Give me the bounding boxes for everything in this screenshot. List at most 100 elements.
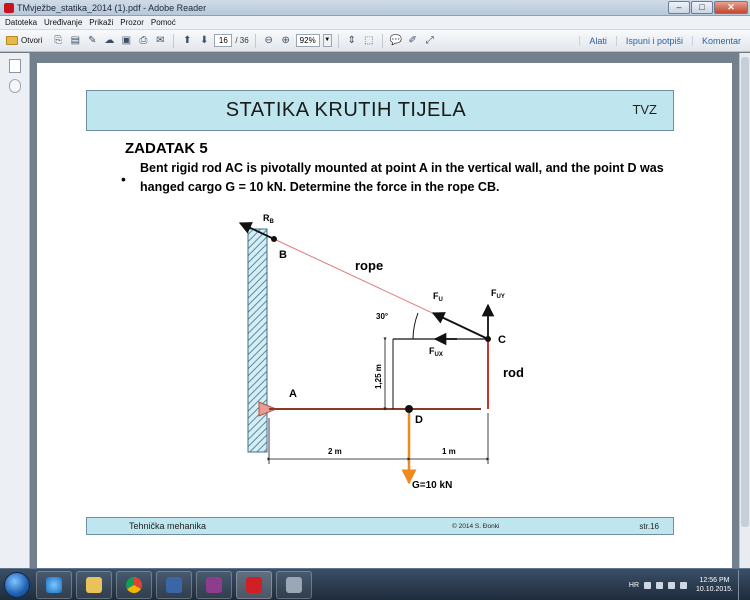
toolbar-separator (337, 33, 339, 48)
point-b-dot (271, 236, 277, 242)
internet-explorer-icon (46, 577, 62, 593)
comment-link[interactable]: Komentar (691, 36, 750, 46)
media-player-icon (166, 577, 182, 593)
toolbar-right-links: Alati Ispuni i potpiši Komentar (579, 30, 750, 52)
combine-icon[interactable]: ▤ (68, 34, 82, 48)
label-fux: FUX (429, 346, 443, 358)
adobe-reader-taskbar-icon (246, 577, 262, 593)
force-fu-arrow (431, 312, 489, 340)
label-angle: 30° (376, 312, 388, 321)
label-rb: RB (263, 213, 275, 225)
wall (247, 228, 268, 453)
highlight-icon[interactable]: ✐ (406, 34, 420, 48)
adobe-reader-icon (4, 2, 14, 13)
navigation-panel (0, 53, 30, 568)
start-button[interactable] (4, 572, 30, 598)
zoom-out-icon[interactable]: ⊖ (262, 34, 276, 48)
document-area: STATIKA KRUTIH TIJELA TVZ ZADATAK 5 • Be… (31, 53, 739, 568)
label-rod: rod (503, 365, 524, 380)
create-pdf-icon[interactable]: ⎘ (51, 34, 65, 48)
taskbar-misc[interactable] (276, 571, 312, 599)
angle-arc (412, 312, 419, 340)
fill-sign-link[interactable]: Ispuni i potpiši (615, 36, 692, 46)
clock-time: 12:56 PM (699, 577, 730, 584)
label-d: D (415, 414, 423, 426)
attachments-icon[interactable] (8, 79, 21, 93)
system-tray: HR 12:56 PM 10.10.2015. (629, 569, 746, 600)
label-fuy: FUY (491, 288, 505, 300)
footer-copyright: © 2014 S. Đonki (452, 523, 500, 530)
adobe-reader-window: TMvježbe_statika_2014 (1).pdf - Adobe Re… (0, 0, 750, 600)
page-number-input[interactable]: 16 (214, 34, 233, 47)
point-d-dot (405, 405, 413, 413)
print-icon[interactable]: ⎙ (136, 34, 150, 48)
label-dim-right: 1 m (442, 447, 456, 456)
network-icon[interactable] (668, 581, 676, 589)
page-total: / 36 (235, 36, 249, 45)
menu-file[interactable]: Datoteka (5, 18, 37, 27)
zoom-in-icon[interactable]: ⊕ (279, 34, 293, 48)
page-up-icon[interactable]: ⬆ (180, 34, 194, 48)
maximize-button[interactable]: □ (691, 1, 713, 14)
open-button[interactable]: Otvori (6, 36, 42, 45)
winrar-icon (206, 577, 222, 593)
title-bar: TMvježbe_statika_2014 (1).pdf - Adobe Re… (0, 0, 750, 16)
taskbar-adobe-reader[interactable] (236, 571, 272, 599)
volume-icon[interactable] (680, 581, 688, 589)
minimize-button[interactable]: – (668, 1, 690, 14)
menu-help[interactable]: Pomoć (151, 18, 176, 27)
taskbar: HR 12:56 PM 10.10.2015. (0, 568, 750, 600)
expand-icon[interactable]: ⤢ (423, 34, 437, 48)
label-b: B (279, 249, 287, 261)
label-c: C (498, 334, 506, 346)
show-desktop-button[interactable] (738, 570, 746, 600)
footer-course: Tehnička mehanika (129, 521, 207, 531)
clock-date: 10.10.2015. (696, 586, 733, 593)
fit-page-icon[interactable]: ⇕ (345, 34, 359, 48)
taskbar-chrome[interactable] (116, 571, 152, 599)
toolbar-separator (381, 33, 383, 48)
window-controls: – □ ✕ (668, 1, 748, 14)
zoom-dropdown-icon[interactable]: ▼ (322, 34, 332, 47)
edit-icon[interactable]: ✎ (85, 34, 99, 48)
email-icon[interactable]: ✉ (153, 34, 167, 48)
menu-edit[interactable]: Uređivanje (44, 18, 82, 27)
taskbar-explorer[interactable] (76, 571, 112, 599)
label-load: G=10 kN (412, 480, 452, 491)
tray-arrow-icon[interactable] (644, 581, 652, 589)
taskbar-media[interactable] (156, 571, 192, 599)
footer-page: str.16 (639, 522, 659, 531)
fit-width-icon[interactable]: ⬚ (362, 34, 376, 48)
open-label: Otvori (21, 36, 43, 45)
label-fu: FU (433, 291, 443, 303)
menu-window[interactable]: Prozor (120, 18, 144, 27)
slide-footer: Tehnička mehanika © 2014 S. Đonki str.16 (86, 517, 674, 535)
tools-link[interactable]: Alati (579, 36, 616, 46)
zoom-input[interactable]: 92% (295, 34, 320, 47)
save-icon[interactable]: ▣ (119, 34, 133, 48)
toolbar-separator (173, 33, 175, 48)
close-button[interactable]: ✕ (714, 1, 748, 14)
toolbar-separator (254, 33, 256, 48)
page-thumbnails-icon[interactable] (8, 59, 21, 73)
label-a: A (289, 388, 297, 400)
menu-view[interactable]: Prikaži (89, 18, 113, 27)
action-center-icon[interactable] (656, 581, 664, 589)
scrollbar-thumb[interactable] (741, 57, 749, 527)
statics-diagram: RB B rope FU FUY 30° C FUX 1,25 m rod A … (238, 213, 524, 491)
language-indicator[interactable]: HR (629, 582, 639, 589)
taskbar-winrar[interactable] (196, 571, 232, 599)
menu-bar: Datoteka Uređivanje Prikaži Prozor Pomoć (0, 16, 750, 30)
taskbar-ie[interactable] (36, 571, 72, 599)
folder-explorer-icon (86, 577, 102, 593)
page-down-icon[interactable]: ⬇ (197, 34, 211, 48)
comment-icon[interactable]: 💬 (389, 34, 403, 48)
folder-icon (6, 36, 18, 45)
clock[interactable]: 12:56 PM 10.10.2015. (696, 576, 733, 594)
window-title: TMvježbe_statika_2014 (1).pdf - Adobe Re… (17, 2, 207, 13)
label-height: 1,25 m (374, 364, 383, 389)
point-c-dot (485, 336, 491, 342)
vertical-scrollbar[interactable] (739, 53, 750, 568)
pdf-page: STATIKA KRUTIH TIJELA TVZ ZADATAK 5 • Be… (37, 63, 732, 568)
cloud-icon[interactable]: ☁ (102, 34, 116, 48)
